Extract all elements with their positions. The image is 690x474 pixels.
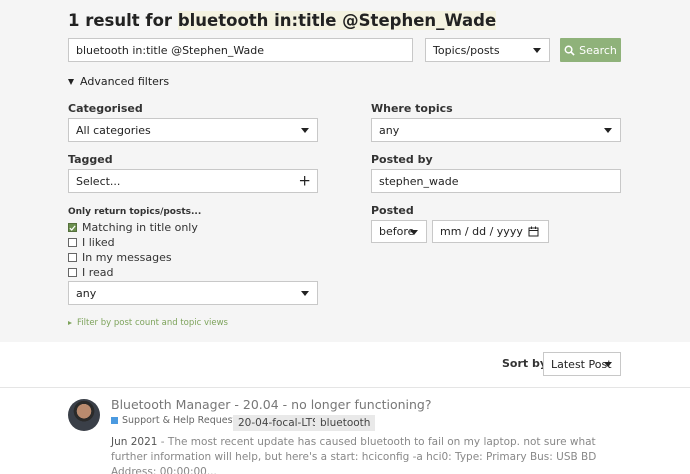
checkbox-label: I liked — [82, 236, 115, 249]
posted-by-value: stephen_wade — [379, 174, 459, 188]
title-query: bluetooth in:title @Stephen_Wade — [177, 11, 497, 30]
sort-select-value: Latest Post — [551, 357, 612, 371]
post-status-value: any — [76, 286, 97, 300]
post-count-filter-link[interactable]: Filter by post count and topic views — [68, 318, 228, 328]
posted-by-label: Posted by — [371, 153, 433, 166]
page-title: 1 result for bluetooth in:title @Stephen… — [68, 11, 497, 30]
chevron-down-icon — [604, 128, 612, 133]
tag-20-04-focal-lts[interactable]: 20-04-focal-LTS — [233, 415, 324, 431]
chevron-down-icon — [301, 128, 309, 133]
checkbox-unchecked-icon[interactable] — [68, 238, 77, 247]
posted-by-field[interactable]: stephen_wade — [371, 169, 621, 193]
category-label: Support & Help Requests — [122, 415, 242, 426]
category-select-value: All categories — [76, 123, 151, 137]
categorised-label: Categorised — [68, 102, 143, 115]
search-button-label: Search — [579, 43, 617, 57]
caret-down-icon — [68, 78, 74, 85]
tag-select-value: Select... — [76, 174, 121, 188]
chevron-down-icon — [533, 48, 541, 53]
post-count-filter-label: Filter by post count and topic views — [77, 318, 228, 328]
tagged-label: Tagged — [68, 153, 113, 166]
checkbox-i-read[interactable]: I read — [68, 266, 114, 279]
post-status-select[interactable]: any — [68, 281, 318, 305]
result-date: Jun 2021 — [111, 436, 158, 448]
where-topics-value: any — [379, 123, 400, 137]
category-select[interactable]: All categories — [68, 118, 318, 142]
checkbox-label: In my messages — [82, 251, 172, 264]
posted-label: Posted — [371, 204, 414, 217]
search-icon — [564, 45, 575, 56]
tag-select[interactable]: Select... + — [68, 169, 318, 193]
checkbox-label: Matching in title only — [82, 221, 198, 234]
checkbox-i-liked[interactable]: I liked — [68, 236, 115, 249]
search-input[interactable]: bluetooth in:title @Stephen_Wade — [68, 38, 413, 62]
caret-right-icon — [68, 321, 72, 325]
only-return-label: Only return topics/posts... — [68, 207, 202, 217]
where-topics-select[interactable]: any — [371, 118, 621, 142]
result-title-link[interactable]: Bluetooth Manager - 20.04 - no longer fu… — [111, 397, 432, 412]
results-divider — [0, 387, 690, 388]
search-scope-select[interactable]: Topics/posts — [425, 38, 550, 62]
checkbox-unchecked-icon[interactable] — [68, 253, 77, 262]
search-input-value: bluetooth in:title @Stephen_Wade — [76, 43, 264, 57]
posted-date-placeholder: mm / dd / yyyy — [440, 225, 523, 238]
checkbox-title-only[interactable]: Matching in title only — [68, 221, 198, 234]
posted-when-select[interactable]: before — [371, 220, 427, 243]
search-scope-value: Topics/posts — [433, 43, 500, 57]
tag-bluetooth[interactable]: bluetooth — [315, 415, 376, 431]
sort-label: Sort by — [502, 357, 548, 370]
chevron-down-icon — [301, 291, 309, 296]
checkbox-label: I read — [82, 266, 114, 279]
calendar-icon[interactable] — [528, 226, 539, 237]
checkbox-checked-icon[interactable] — [68, 223, 77, 232]
category-color-square — [111, 417, 118, 424]
chevron-down-icon — [410, 229, 418, 235]
advanced-filters-label: Advanced filters — [80, 75, 170, 88]
category-badge[interactable]: Support & Help Requests — [111, 415, 241, 426]
sort-select[interactable]: Latest Post — [543, 352, 621, 376]
plus-icon: + — [298, 171, 311, 190]
advanced-filters-toggle[interactable]: Advanced filters — [68, 75, 169, 88]
title-prefix: 1 result for — [68, 11, 178, 30]
posted-date-field[interactable]: mm / dd / yyyy — [432, 220, 549, 243]
checkbox-in-my-messages[interactable]: In my messages — [68, 251, 172, 264]
result-excerpt: - The most recent update has caused blue… — [111, 436, 597, 474]
checkbox-unchecked-icon[interactable] — [68, 268, 77, 277]
chevron-down-icon — [604, 362, 612, 367]
result-blurb: Jun 2021 - The most recent update has ca… — [111, 435, 611, 474]
where-topics-label: Where topics — [371, 102, 453, 115]
search-button[interactable]: Search — [560, 38, 621, 62]
avatar[interactable] — [68, 399, 100, 431]
